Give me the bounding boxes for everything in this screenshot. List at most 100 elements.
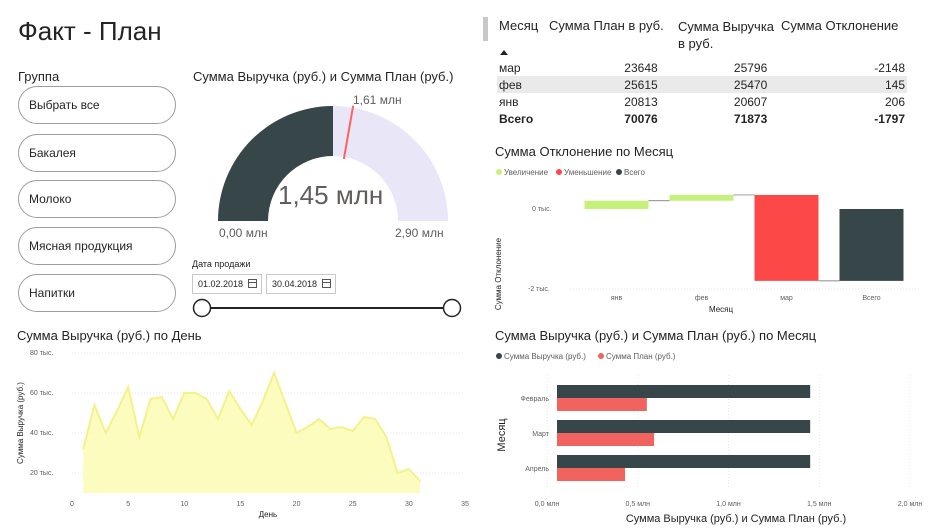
waterfall-legend: Увеличение Уменьшение Всего: [496, 168, 646, 177]
gauge-max-label: 2,90 млн: [395, 226, 444, 240]
data-point[interactable]: [194, 392, 197, 394]
x-tick-label: 2,0 млн: [898, 501, 923, 508]
selection-indicator: [483, 17, 488, 41]
data-point[interactable]: [307, 426, 309, 428]
line-chart[interactable]: 80 тыс. 60 тыс. 40 тыс. 20 тыс. 0 5 10 15 20 25 30…: [10, 343, 480, 525]
x-tick-label: 15: [237, 501, 245, 508]
slider-end-handle[interactable]: [442, 298, 462, 318]
bar-plan[interactable]: [557, 468, 626, 481]
date-range-slider[interactable]: [190, 296, 465, 320]
calendar-icon[interactable]: [322, 279, 331, 288]
matrix-header-plan[interactable]: Сумма План в руб.: [549, 18, 664, 33]
calendar-icon[interactable]: [248, 279, 257, 288]
data-point[interactable]: [116, 410, 118, 412]
matrix-header-month[interactable]: Месяц: [499, 18, 538, 33]
legend-label[interactable]: Увеличение: [504, 168, 549, 177]
data-point[interactable]: [217, 418, 219, 420]
legend-label[interactable]: Уменьшение: [564, 168, 612, 177]
data-point[interactable]: [138, 436, 141, 438]
slicer-item-select-all[interactable]: Выбрать все: [18, 86, 176, 124]
x-tick-label: мар: [780, 295, 793, 302]
waterfall-bar[interactable]: [584, 200, 649, 209]
waterfall-chart[interactable]: Увеличение Уменьшение Всего Сумма Отклонен…: [490, 162, 930, 320]
data-point[interactable]: [149, 398, 152, 400]
data-point[interactable]: [82, 448, 85, 450]
gauge-min-label: 0,00 млн: [219, 226, 268, 240]
table-row[interactable]: фев 25615 25470 145: [497, 76, 907, 93]
slicer-item-moloko[interactable]: Молоко: [18, 180, 176, 218]
legend-marker: [496, 353, 502, 359]
date-start-input[interactable]: 01.02.2018: [192, 274, 262, 294]
data-point[interactable]: [205, 398, 208, 400]
waterfall-bar[interactable]: [754, 194, 819, 281]
data-point[interactable]: [318, 418, 320, 420]
legend-label[interactable]: Всего: [624, 168, 646, 177]
bar-plan[interactable]: [557, 433, 655, 446]
matrix-header-deviation[interactable]: Сумма Отклонение: [781, 18, 898, 33]
waterfall-x-axis-title: Месяц: [709, 305, 734, 314]
date-filter-label: Дата продажи: [192, 259, 251, 269]
date-end-input[interactable]: 30.04.2018: [266, 274, 336, 294]
x-tick-label: 30: [405, 501, 413, 508]
matrix-body: мар 23648 25796 -2148 фев 25615 25470 145 янв 208…: [497, 59, 907, 127]
data-point[interactable]: [374, 418, 376, 420]
bar-chart[interactable]: Сумма Выручка (руб.) Сумма План (руб.) 0,…: [490, 345, 930, 527]
legend-label[interactable]: Сумма План (руб.): [606, 352, 676, 361]
x-tick-label: фев: [695, 295, 709, 302]
data-point[interactable]: [340, 426, 343, 428]
data-point[interactable]: [363, 416, 365, 418]
waterfall-bar[interactable]: [669, 194, 734, 201]
data-point[interactable]: [295, 432, 298, 434]
y-tick-label: 40 тыс.: [30, 430, 53, 437]
table-total-row[interactable]: Всего 70076 71873 -1797: [497, 110, 907, 127]
data-point[interactable]: [385, 436, 388, 438]
data-point[interactable]: [228, 390, 230, 392]
slicer-item-bakaleya[interactable]: Бакалея: [18, 134, 176, 172]
date-start-value: 01.02.2018: [198, 279, 244, 289]
table-row[interactable]: мар 23648 25796 -2148: [497, 59, 907, 76]
data-point[interactable]: [284, 402, 287, 404]
data-point[interactable]: [396, 472, 399, 474]
data-point[interactable]: [127, 386, 129, 388]
matrix-header-revenue[interactable]: Сумма Выручка в руб.: [678, 18, 778, 52]
bar-revenue[interactable]: [557, 420, 811, 433]
data-point[interactable]: [161, 396, 163, 398]
matrix-cell-value: -2148: [874, 60, 905, 75]
legend-marker: [616, 169, 622, 175]
data-point[interactable]: [408, 468, 410, 470]
legend-label[interactable]: Сумма Выручка (руб.): [504, 352, 586, 361]
data-point[interactable]: [262, 400, 264, 402]
table-row[interactable]: янв 20813 20607 206: [497, 93, 907, 110]
bar-plan[interactable]: [557, 398, 647, 411]
sort-ascending-icon[interactable]: [499, 48, 509, 56]
data-point[interactable]: [93, 404, 96, 406]
x-tick-label: 10: [180, 501, 188, 508]
matrix-cell-value: 145: [884, 77, 905, 92]
data-point[interactable]: [250, 424, 253, 426]
x-tick-label: 20: [293, 501, 301, 508]
slider-start-handle[interactable]: [192, 298, 212, 318]
waterfall-title: Сумма Отклонение по Месяц: [495, 144, 674, 159]
y-tick-label: Февраль: [521, 396, 550, 403]
data-point[interactable]: [351, 430, 354, 432]
slicer-item-myasnaya[interactable]: Мясная продукция: [18, 227, 176, 265]
y-tick-label: Апрель: [525, 466, 549, 473]
bar-chart-legend: Сумма Выручка (руб.) Сумма План (руб.): [496, 352, 676, 361]
data-point[interactable]: [329, 428, 332, 430]
bar-revenue[interactable]: [557, 385, 811, 398]
data-point[interactable]: [172, 418, 174, 420]
data-point[interactable]: [239, 408, 242, 410]
line-x-axis-title: День: [259, 510, 277, 519]
area-fill: [83, 373, 421, 493]
bar-revenue[interactable]: [557, 455, 811, 468]
slicer-item-napitki[interactable]: Напитки: [18, 274, 176, 312]
gauge-visual[interactable]: [190, 88, 460, 248]
x-tick-label: янв: [611, 295, 623, 302]
data-point[interactable]: [419, 480, 421, 482]
x-tick-label: 1,0 млн: [716, 501, 741, 508]
data-point[interactable]: [104, 432, 107, 434]
data-point[interactable]: [183, 392, 186, 394]
matrix-cell-value: 20813: [624, 94, 658, 109]
waterfall-bar[interactable]: [839, 209, 904, 281]
data-point[interactable]: [273, 372, 275, 374]
